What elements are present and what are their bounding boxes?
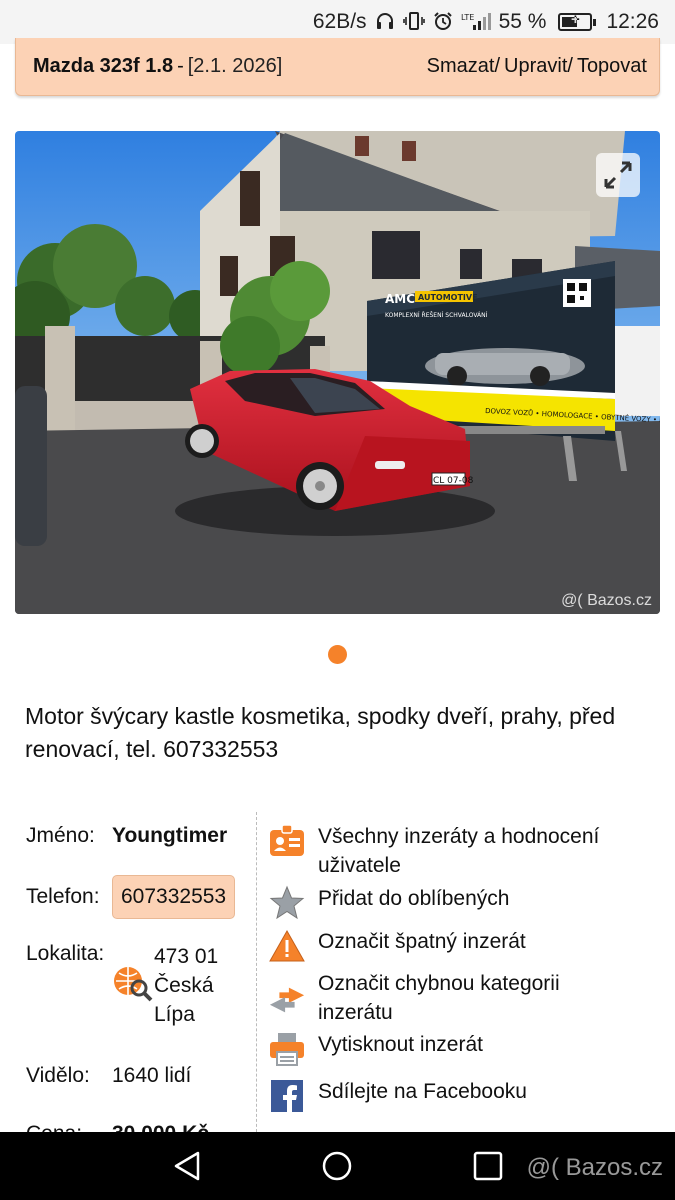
car-photo: AMC AUTOMOTIVE KOMPLEXNÍ ŘEŠENÍ SCHVALOV… xyxy=(15,131,660,614)
report-bad-ad-label: Označit špatný inzerát xyxy=(318,930,526,953)
location-label: Lokalita: xyxy=(26,942,105,965)
ad-photo[interactable]: AMC AUTOMOTIVE KOMPLEXNÍ ŘEŠENÍ SCHVALOV… xyxy=(15,131,660,614)
views-count: 1640 lidí xyxy=(112,1064,192,1087)
car-plate: CL 07-08 xyxy=(433,476,474,486)
star-icon xyxy=(268,884,306,922)
report-category-label-line1: Označit chybnou kategorii xyxy=(318,972,560,995)
column-divider xyxy=(256,812,257,1142)
ad-actions: Smazat/ Upravit/ Topovat xyxy=(427,55,647,78)
all-ads-label-line2: uživatele xyxy=(318,854,401,877)
report-bad-ad-link[interactable]: Označit špatný inzerát xyxy=(268,927,526,965)
share-facebook-label: Sdílejte na Facebooku xyxy=(318,1080,527,1103)
all-ads-link[interactable]: Všechny inzeráty a hodnocení uživatele xyxy=(268,822,599,880)
seller-name: Youngtimer xyxy=(112,824,228,847)
alarm-icon xyxy=(433,11,453,34)
print-ad-link[interactable]: Vytisknout inzerát xyxy=(268,1030,483,1068)
delete-link[interactable]: Smazat/ xyxy=(427,55,500,78)
battery-percent: 55 % xyxy=(498,10,547,33)
phone-button[interactable]: 607332553 xyxy=(112,875,236,919)
user-card-icon xyxy=(268,822,306,860)
ad-date: [2.1. 2026] xyxy=(187,55,283,77)
svg-text:LTE: LTE xyxy=(461,13,474,22)
gallery-indicator-dot[interactable] xyxy=(328,645,347,664)
phone-row: Telefon: 607332553 xyxy=(26,875,236,919)
add-favorite-link[interactable]: Přidat do oblíbených xyxy=(268,884,509,922)
share-facebook-link[interactable]: Sdílejte na Facebooku xyxy=(268,1077,527,1115)
nav-watermark: @( Bazos.cz xyxy=(526,1154,663,1181)
home-button[interactable] xyxy=(321,1150,353,1187)
billboard-brand-sub: AUTOMOTIVE xyxy=(418,293,478,302)
report-category-link[interactable]: Označit chybnou kategorii inzerátu xyxy=(268,969,560,1027)
add-favorite-label: Přidat do oblíbených xyxy=(318,887,510,910)
warning-icon xyxy=(268,927,306,965)
swap-arrows-icon xyxy=(268,981,306,1019)
report-category-label-line2: inzerátu xyxy=(318,1001,393,1024)
all-ads-label: Všechny inzeráty a hodnocení uživatele xyxy=(318,822,599,880)
expand-icon xyxy=(603,160,633,190)
ad-description: Motor švýcary kastle kosmetika, spodky d… xyxy=(25,703,616,762)
headphones-icon xyxy=(375,11,395,34)
photo-watermark: @( Bazos.cz xyxy=(561,592,652,609)
phone-label: Telefon: xyxy=(26,885,100,908)
facebook-icon xyxy=(268,1077,306,1115)
edit-link[interactable]: Upravit/ xyxy=(504,55,573,78)
back-button[interactable] xyxy=(172,1150,204,1187)
billboard-headline: KOMPLEXNÍ ŘEŠENÍ SCHVALOVÁNÍ xyxy=(385,311,488,319)
print-ad-label: Vytisknout inzerát xyxy=(318,1033,483,1056)
name-row: Jméno: Youngtimer xyxy=(26,824,227,848)
views-row: Vidělo: 1640 lidí xyxy=(26,1064,191,1088)
billboard-brand: AMC xyxy=(385,292,415,306)
views-label: Vidělo: xyxy=(26,1064,90,1087)
top-link[interactable]: Topovat xyxy=(577,55,647,78)
title-separator: - xyxy=(177,55,184,77)
location-row: Lokalita: 473 01 Česká Lípa xyxy=(26,942,218,1026)
clock: 12:26 xyxy=(606,10,659,33)
fullscreen-button[interactable] xyxy=(596,153,640,197)
location-map-icon[interactable] xyxy=(112,964,154,1002)
lte-signal-icon: LTE xyxy=(461,11,491,34)
all-ads-label-line1: Všechny inzeráty a hodnocení xyxy=(318,825,600,848)
report-category-label: Označit chybnou kategorii inzerátu xyxy=(318,969,560,1027)
printer-icon xyxy=(268,1030,306,1068)
ad-title: Mazda 323f 1.8 xyxy=(33,55,174,77)
network-speed: 62B/s xyxy=(312,10,367,33)
vibrate-icon xyxy=(402,11,425,34)
name-label: Jméno: xyxy=(26,824,95,847)
ad-header: Mazda 323f 1.8 - [2.1. 2026] Smazat/ Upr… xyxy=(15,38,660,96)
battery-icon: + xyxy=(558,11,597,31)
recents-button[interactable] xyxy=(472,1150,504,1187)
system-nav-bar: @( Bazos.cz xyxy=(0,1132,675,1200)
